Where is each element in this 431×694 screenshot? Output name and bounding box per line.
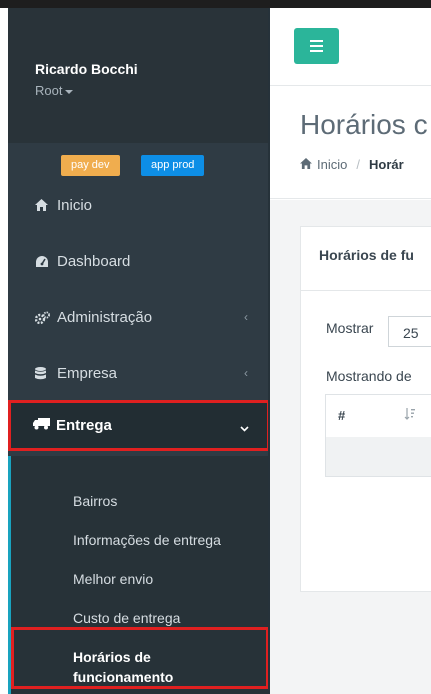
top-edge bbox=[0, 0, 431, 8]
caret-down-icon bbox=[65, 89, 74, 94]
column-header-hash[interactable]: # bbox=[338, 408, 345, 423]
hamburger-icon bbox=[310, 40, 323, 42]
page-size-select[interactable]: 25 bbox=[388, 316, 431, 347]
badge-app-prod[interactable]: app prod bbox=[141, 155, 205, 176]
breadcrumb-home-link[interactable]: Inicio bbox=[317, 157, 347, 172]
user-name: Ricardo Bocchi bbox=[35, 61, 138, 77]
home-icon bbox=[300, 157, 312, 172]
sidebar-item-label: Entrega bbox=[56, 417, 112, 434]
submenu-item-bairros[interactable]: Bairros bbox=[73, 493, 117, 509]
home-icon bbox=[35, 199, 51, 211]
hamburger-icon-line bbox=[310, 50, 323, 52]
breadcrumb: Inicio / Horár bbox=[300, 157, 404, 172]
chevron-left-icon: ‹ bbox=[244, 310, 248, 324]
sidebar-item-empresa[interactable]: Empresa ‹ bbox=[8, 353, 270, 393]
badge-pay-dev[interactable]: pay dev bbox=[61, 155, 120, 176]
submenu-item-custo-entrega[interactable]: Custo de entrega bbox=[73, 610, 180, 626]
sidebar-item-inicio[interactable]: Inicio bbox=[8, 185, 270, 225]
user-role-label: Root bbox=[35, 83, 63, 98]
sidebar-item-label: Administração bbox=[57, 308, 153, 326]
content-card: Horários de fu Mostrar 25 Mostrando de # bbox=[300, 226, 431, 592]
selection-highlight bbox=[11, 627, 269, 689]
table-header: # bbox=[325, 394, 431, 438]
table-info-text: Mostrando de bbox=[326, 368, 412, 384]
database-icon bbox=[35, 366, 51, 380]
menu-toggle-button[interactable] bbox=[294, 28, 339, 64]
card-header: Horários de fu bbox=[301, 227, 431, 291]
breadcrumb-current: Horár bbox=[368, 157, 404, 172]
chevron-down-icon bbox=[240, 419, 249, 436]
page-header: Horários c Inicio / Horár bbox=[270, 87, 431, 199]
sidebar-item-dashboard[interactable]: Dashboard bbox=[8, 241, 270, 281]
page-title: Horários c bbox=[300, 109, 428, 140]
submenu-item-melhor-envio[interactable]: Melhor envio bbox=[73, 571, 153, 587]
dashboard-icon bbox=[35, 255, 51, 268]
sort-icon[interactable] bbox=[404, 407, 416, 425]
sidebar-item-label: Dashboard bbox=[57, 252, 131, 270]
hamburger-icon-line bbox=[310, 45, 323, 47]
cogs-icon bbox=[35, 311, 51, 324]
sidebar-item-entrega[interactable]: Entrega bbox=[8, 400, 270, 451]
chevron-left-icon: ‹ bbox=[244, 366, 248, 380]
show-entries-label: Mostrar bbox=[326, 320, 374, 336]
main-topbar bbox=[270, 8, 431, 86]
submenu-item-informacoes-entrega[interactable]: Informações de entrega bbox=[73, 532, 221, 548]
sidebar-item-label: Inicio bbox=[57, 196, 93, 214]
user-panel: Ricardo Bocchi Root bbox=[8, 8, 270, 143]
breadcrumb-separator: / bbox=[356, 157, 360, 172]
user-role-dropdown[interactable]: Root bbox=[35, 83, 74, 98]
truck-icon bbox=[33, 417, 50, 434]
sidebar-item-administracao[interactable]: Administração ‹ bbox=[8, 297, 270, 337]
card-title: Horários de fu bbox=[319, 247, 414, 263]
sidebar: Ricardo Bocchi Root pay dev app prod Ini… bbox=[8, 8, 270, 694]
sidebar-item-label: Empresa bbox=[57, 364, 118, 382]
table-row bbox=[325, 437, 431, 477]
app-window: Ricardo Bocchi Root pay dev app prod Ini… bbox=[0, 0, 431, 694]
